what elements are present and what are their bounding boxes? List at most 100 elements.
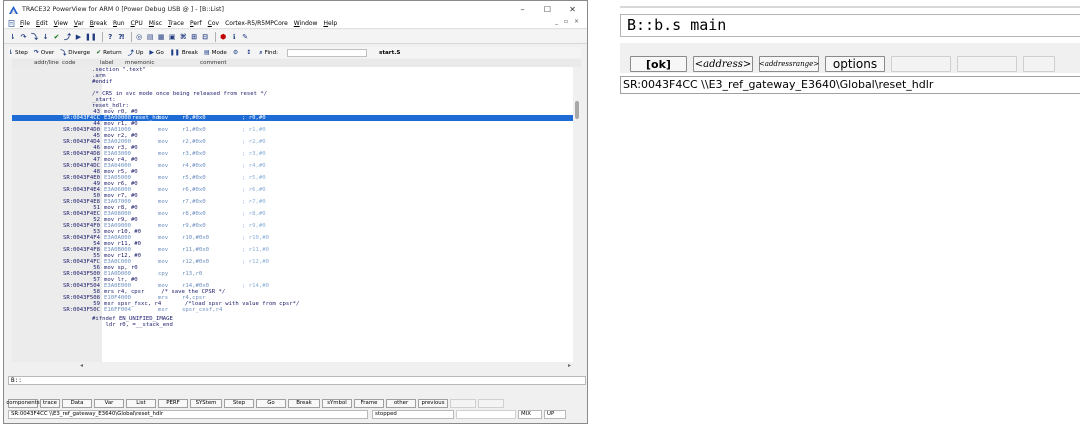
break-button[interactable]: ❚❚ Break [170, 49, 198, 56]
up-button[interactable]: ⤴ Up [127, 48, 144, 58]
softkey-previous[interactable]: previous [418, 398, 448, 408]
menu-break[interactable]: Break [90, 20, 107, 27]
asm-row[interactable]: SR:0043F50C E16FF004 msr spsr_cxsf,r4 [12, 307, 573, 313]
go-button[interactable]: ▶ Go [149, 49, 163, 56]
up-icon: ⤴ [127, 50, 134, 57]
info-icon[interactable]: ℹ [230, 31, 239, 42]
list-column-header: addr/line code label mnemonic comment [12, 59, 581, 67]
status-mode[interactable]: MIX [518, 410, 542, 419]
scroll-right-icon[interactable]: ▸ [568, 362, 571, 369]
softkey-address[interactable]: <address> [693, 56, 753, 72]
over-button[interactable]: ↷ Over [34, 49, 55, 56]
softkey-go[interactable]: Go [256, 398, 286, 408]
softkey-var[interactable]: Var [94, 398, 124, 408]
menu-run[interactable]: Run [113, 20, 125, 27]
maximize-button[interactable]: ☐ [535, 1, 560, 18]
softkey-perf[interactable]: PERF [158, 398, 188, 408]
softkey-symbol[interactable]: sYmbol [322, 398, 352, 408]
mdi-window-controls[interactable]: _ ▫ × [555, 18, 581, 25]
step-button[interactable]: ⇂ Step [8, 49, 28, 56]
menu-help[interactable]: Help [323, 20, 337, 27]
menu-view[interactable]: View [54, 20, 68, 27]
softkey-break[interactable]: Break [288, 398, 320, 408]
wrench-icon[interactable]: ✎ [241, 31, 250, 42]
watch-icon[interactable]: ⌘ [179, 31, 188, 42]
column-mnemonic[interactable]: mnemonic [125, 60, 154, 66]
horizontal-scrollbar[interactable]: ◂ ▸ [78, 362, 573, 369]
column-addr-line[interactable]: addr/line [34, 60, 59, 66]
up-icon[interactable]: ⤴ [63, 31, 72, 42]
scroll-thumb[interactable] [575, 101, 579, 119]
return-icon[interactable]: ✔ [52, 31, 61, 42]
scroll-left-icon[interactable]: ◂ [80, 362, 83, 369]
diverge-button[interactable]: ⤵ Diverge [60, 48, 90, 58]
softkey-system[interactable]: SYStem [190, 398, 222, 408]
menu-file[interactable]: File [20, 20, 30, 27]
menu-var[interactable]: Var [74, 20, 84, 27]
column-comment[interactable]: comment [200, 60, 227, 66]
softkey-ok[interactable]: [ok] [630, 56, 687, 72]
vertical-scrollbar[interactable] [573, 67, 581, 362]
softkey-list[interactable]: List [126, 398, 156, 408]
command-line-input[interactable]: B:: [8, 376, 586, 385]
search-icon: ⌕ [259, 48, 263, 56]
frame-window-icon[interactable]: ⊟ [201, 31, 210, 42]
asm-cmt: ; r8,#0 [242, 211, 266, 217]
document-icon[interactable] [8, 19, 15, 27]
softkey-bar: components trace Data Var List PERF SYStem Step… [6, 398, 586, 408]
step-icon[interactable]: ⇂ [8, 31, 17, 42]
close-button[interactable]: ✕ [560, 1, 585, 18]
break-icon[interactable]: ❚❚ [85, 31, 97, 42]
stop-hexagon-icon[interactable]: ⬢ [219, 31, 228, 42]
asm-ops: r12,#0x0 [182, 259, 209, 265]
softkey-components[interactable]: components [6, 398, 40, 408]
find-input[interactable] [287, 48, 368, 57]
softkey-frame[interactable]: Frame [354, 398, 384, 408]
down-arrow-icon[interactable]: ↓ [41, 31, 50, 42]
asm-mnem: mov [158, 151, 169, 157]
over-icon[interactable]: ↷ [19, 31, 28, 42]
zoomed-command-panel: B::b.s main [ok] <address> <addressrange… [620, 0, 1080, 100]
list-window-icon[interactable]: ▤ [146, 31, 155, 42]
softkey-other[interactable]: other [386, 398, 416, 408]
menu-perf[interactable]: Perf [190, 20, 202, 27]
menu-misc[interactable]: Misc [149, 20, 162, 27]
menu-edit[interactable]: Edit [36, 20, 48, 27]
menu-window[interactable]: Window [294, 20, 318, 27]
disassembly-list[interactable]: .section ".text" .arm #endif/* CR5 in svc … [12, 67, 573, 362]
help-question-icon[interactable]: ? [106, 31, 115, 42]
diverge-icon[interactable]: ⤵ [30, 31, 39, 42]
context-help-icon[interactable]: ⁈ [117, 31, 126, 42]
trace32-logo-icon [9, 5, 18, 14]
softkey-addressrange[interactable]: <addressrange> [759, 56, 819, 72]
column-label[interactable]: label [100, 60, 114, 66]
softkey-options[interactable]: options [825, 56, 885, 72]
go-icon[interactable]: ▶ [74, 31, 83, 42]
asm-cmt: ; r11,#0 [242, 247, 269, 253]
mode-button[interactable]: ▤ Mode [204, 49, 227, 56]
track-button[interactable]: ↕ [246, 49, 253, 56]
asm-mnem: mov [158, 127, 169, 133]
asm-mnem: mov [158, 259, 169, 265]
menu-cpu[interactable]: CPU [131, 20, 143, 27]
minimize-button[interactable]: – [510, 1, 535, 18]
asm-cmt: ; r0,#0 [242, 115, 266, 121]
softkey-trace[interactable]: trace [40, 398, 60, 408]
menu-trace[interactable]: Trace [168, 20, 184, 27]
list-settings-button[interactable]: ⚙ [233, 49, 240, 56]
asm-ops: r4,#0x0 [182, 163, 206, 169]
status-up[interactable]: UP [544, 410, 566, 419]
return-button[interactable]: ✔ Return [96, 49, 122, 56]
zoom-command-line[interactable]: B::b.s main [620, 14, 1080, 37]
disc-icon[interactable]: ◎ [135, 31, 144, 42]
grid-window-icon[interactable]: ▦ [157, 31, 166, 42]
menu-cov[interactable]: Cov [208, 20, 219, 27]
asm-cmt: ; r1,#0 [242, 127, 266, 133]
register-window-icon[interactable]: ▣ [168, 31, 177, 42]
asm-ops: r9,#0x0 [182, 223, 206, 229]
softkey-step[interactable]: Step [224, 398, 254, 408]
menu-cortex-r5-r5mpcore[interactable]: Cortex-R5/R5MPCore [225, 20, 288, 27]
var-window-icon[interactable]: ⊞ [190, 31, 199, 42]
column-code[interactable]: code [62, 60, 76, 66]
softkey-data[interactable]: Data [62, 398, 92, 408]
